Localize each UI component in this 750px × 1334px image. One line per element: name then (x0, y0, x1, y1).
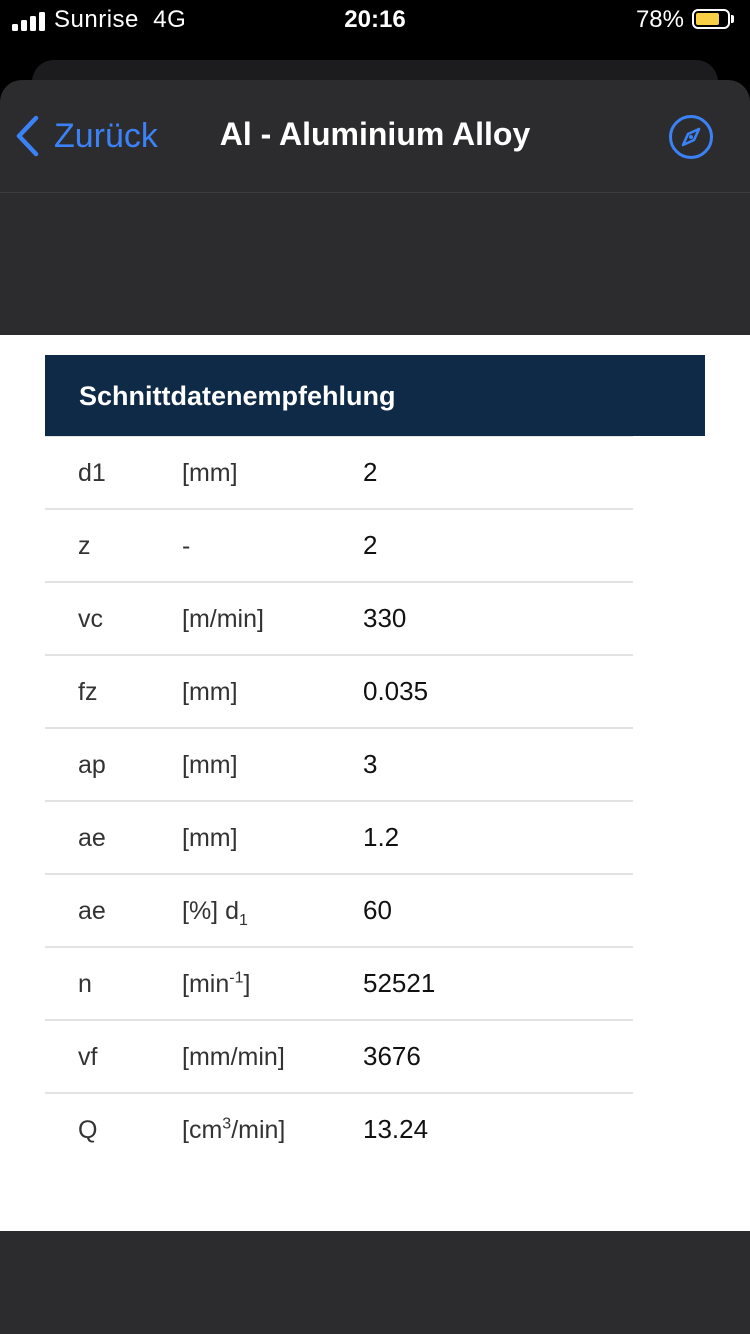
param-cell: ae (78, 824, 106, 852)
page-title: Al - Aluminium Alloy (219, 116, 531, 152)
unit-cell: [mm] (182, 459, 238, 487)
param-cell: Q (78, 1116, 98, 1144)
value-cell: 3676 (363, 1041, 421, 1071)
table-row: ae [%] d1 60 (45, 873, 633, 946)
table-row: n [min-1] 52521 (45, 946, 633, 1019)
unit-cell: [mm] (182, 824, 238, 852)
param-cell: vc (78, 605, 103, 633)
value-cell: 60 (363, 895, 392, 925)
compass-icon[interactable] (668, 114, 714, 160)
content-header-spacer (0, 193, 750, 335)
param-cell: z (78, 532, 91, 560)
unit-cell: [mm] (182, 678, 238, 706)
param-cell: ap (78, 751, 106, 779)
page-content: Schnittdatenempfehlung d1 [mm] 2 z - 2 v… (0, 335, 750, 1231)
unit-cell: - (182, 532, 191, 560)
table-row: z - 2 (45, 508, 633, 581)
value-cell: 1.2 (363, 822, 400, 852)
unit-cell: [m/min] (182, 605, 264, 633)
param-cell: n (78, 970, 92, 998)
navigation-bar: Zurück Al - Aluminium Alloy (0, 80, 750, 193)
value-cell: 0.035 (363, 676, 429, 706)
unit-cell: [min-1] (182, 969, 251, 998)
table-title: Schnittdatenempfehlung (79, 381, 396, 411)
unit-cell: [cm3/min] (182, 1115, 286, 1144)
table-row: Q [cm3/min] 13.24 (45, 1092, 633, 1165)
param-cell: vf (78, 1043, 98, 1071)
param-cell: ae (78, 897, 106, 925)
value-cell: 13.24 (363, 1114, 429, 1144)
table-row: fz [mm] 0.035 (45, 654, 633, 727)
bottom-toolbar (0, 1231, 750, 1334)
table-row: ae [mm] 1.2 (45, 800, 633, 873)
unit-cell: [%] d1 (182, 897, 248, 929)
param-cell: fz (78, 678, 98, 706)
unit-cell: [mm] (182, 751, 238, 779)
battery-percent: 78% (635, 6, 684, 33)
table-row: ap [mm] 3 (45, 727, 633, 800)
table-row: d1 [mm] 2 (45, 436, 633, 508)
status-bar: Sunrise 4G 20:16 78% (0, 0, 750, 44)
value-cell: 330 (363, 603, 407, 633)
table-row: vc [m/min] 330 (45, 581, 633, 654)
value-cell: 52521 (363, 968, 436, 998)
value-cell: 3 (363, 749, 378, 779)
param-cell: d1 (78, 459, 106, 487)
cutting-data-table: d1 [mm] 2 z - 2 vc [m/min] 330 fz [mm] 0… (45, 436, 633, 1165)
table-row: vf [mm/min] 3676 (45, 1019, 633, 1092)
battery-icon (692, 9, 736, 31)
value-cell: 2 (363, 530, 378, 560)
value-cell: 2 (363, 457, 378, 487)
table-header: Schnittdatenempfehlung (45, 355, 705, 436)
unit-cell: [mm/min] (182, 1043, 285, 1071)
